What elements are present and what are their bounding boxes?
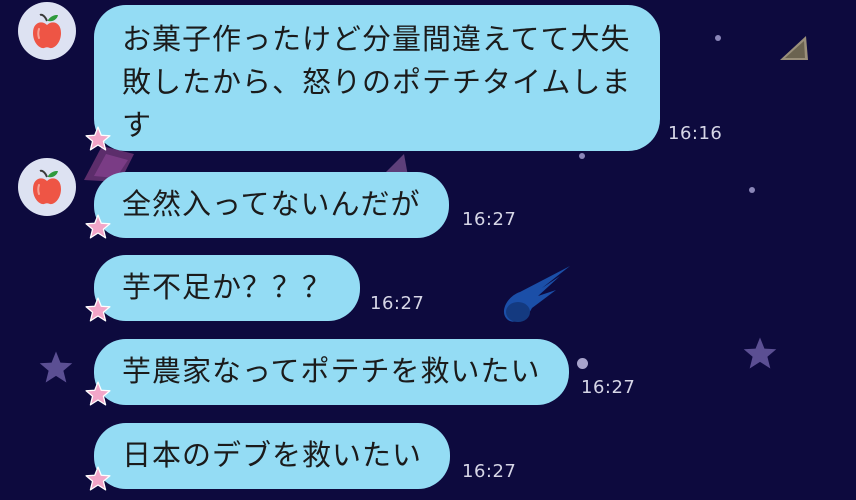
star-icon (39, 351, 73, 383)
message-time: 16:27 (462, 209, 517, 230)
message-bubble[interactable]: 芋農家なってポテチを救いたい (94, 339, 569, 405)
message-text: お菓子作ったけど分量間違えてて大失敗したから、怒りのポテチタイムします (122, 22, 632, 142)
message-bubble[interactable]: 日本のデブを救いたい (94, 423, 451, 489)
star-dot (577, 358, 588, 369)
star-icon (743, 337, 777, 369)
star-dot (749, 187, 755, 193)
message-time: 16:27 (370, 293, 425, 314)
message-bubble[interactable]: 芋不足か？？？ (94, 255, 361, 321)
star-icon (85, 297, 111, 322)
message-time: 16:27 (462, 461, 517, 482)
message-time: 16:16 (668, 123, 723, 144)
message-bubble[interactable]: お菓子作ったけど分量間違えてて大失敗したから、怒りのポテチタイムします (94, 5, 660, 151)
star-icon (85, 126, 111, 151)
apple-icon (33, 169, 61, 205)
asteroid-icon (780, 36, 808, 60)
star-dot (715, 35, 721, 41)
star-icon (85, 381, 111, 406)
message-text: 全然入ってないんだが (122, 187, 421, 221)
avatar[interactable] (18, 2, 76, 60)
chat-view[interactable]: お菓子作ったけど分量間違えてて大失敗したから、怒りのポテチタイムします 16:1… (0, 0, 856, 500)
star-icon (85, 214, 111, 239)
star-dot (579, 153, 585, 159)
message-bubble[interactable]: 全然入ってないんだが (94, 172, 449, 238)
message-text: 日本のデブを救いたい (122, 438, 423, 472)
comet-icon (503, 266, 570, 322)
message-text: 芋農家なってポテチを救いたい (122, 354, 541, 388)
star-icon (85, 466, 111, 491)
message-time: 16:27 (581, 377, 636, 398)
apple-icon (33, 13, 61, 49)
avatar[interactable] (18, 158, 76, 216)
message-text: 芋不足か？？？ (122, 270, 333, 304)
